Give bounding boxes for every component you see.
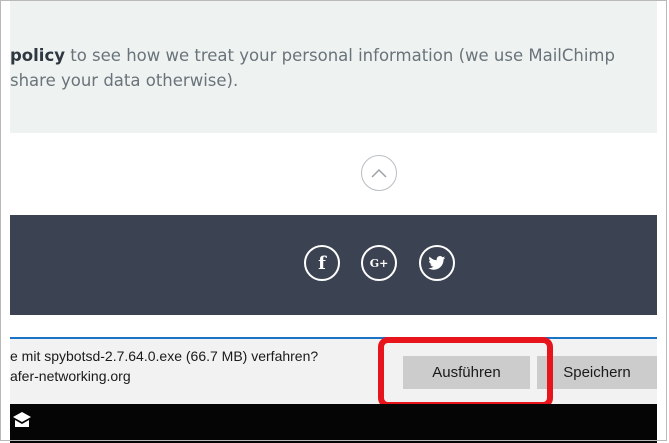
policy-line-1-rest: to see how we treat your personal inform… <box>65 46 615 65</box>
policy-section: policy to see how we treat your personal… <box>10 1 657 133</box>
highlight-annotation <box>378 337 553 408</box>
page-bottom-gap <box>10 315 657 337</box>
scroll-top-section <box>10 133 657 215</box>
google-plus-icon: G+ <box>369 256 389 270</box>
policy-line-1: policy to see how we treat your personal… <box>10 43 657 68</box>
start-icon[interactable] <box>11 409 33 431</box>
policy-line-2: share your data otherwise). <box>10 71 239 90</box>
twitter-icon <box>428 255 446 270</box>
taskbar <box>10 404 657 443</box>
policy-link[interactable]: policy <box>10 46 65 65</box>
policy-text: policy to see how we treat your personal… <box>10 43 657 93</box>
twitter-link[interactable] <box>419 245 455 281</box>
google-plus-link[interactable]: G+ <box>361 245 397 281</box>
facebook-link[interactable]: f <box>304 245 340 281</box>
chevron-up-icon <box>371 168 387 178</box>
download-source: afer-networking.org <box>10 368 131 384</box>
save-button[interactable]: Speichern <box>537 356 657 389</box>
download-question: e mit spybotsd-2.7.64.0.exe (66.7 MB) ve… <box>10 348 319 364</box>
facebook-icon: f <box>318 252 326 274</box>
scroll-to-top-button[interactable] <box>361 155 397 191</box>
